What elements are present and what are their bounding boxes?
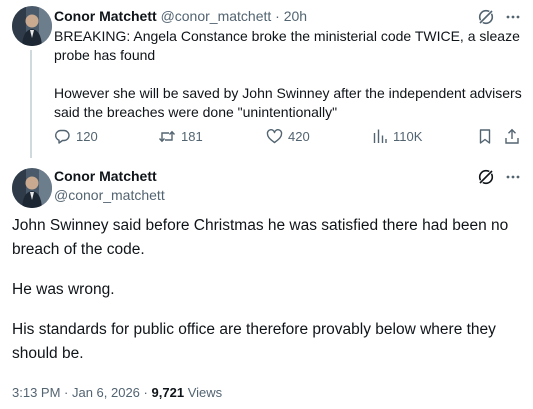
tweet-meta: 3:13 PM · Jan 6, 2026 · 9,721 Views: [12, 384, 222, 402]
bookmark-button[interactable]: [477, 128, 493, 145]
timestamp[interactable]: 3:13 PM · Jan 6, 2026: [12, 385, 140, 400]
like-icon: [266, 128, 283, 145]
author-handle[interactable]: @conor_matchett: [161, 8, 272, 24]
views-label: Views: [187, 385, 223, 400]
views-count: 110K: [393, 128, 423, 144]
like-button[interactable]: 420: [266, 128, 310, 145]
separator: ·: [143, 385, 148, 400]
share-icon: [504, 128, 520, 145]
views-button[interactable]: 110K: [372, 128, 422, 144]
author-name[interactable]: Conor Matchett: [54, 8, 157, 24]
reply-to-text: BREAKING: Angela Constance broke the min…: [54, 27, 522, 122]
avatar[interactable]: [12, 168, 52, 208]
time-ago[interactable]: 20h: [284, 8, 307, 24]
separator: ·: [275, 8, 280, 24]
views-icon: [372, 128, 388, 144]
main-tweet-top-icons: [477, 168, 521, 186]
tweet-thread: Conor Matchett @conor_matchett · 20h BRE…: [0, 0, 533, 409]
more-icon[interactable]: [505, 9, 521, 25]
main-tweet-paragraph: His standards for public office are ther…: [12, 321, 496, 362]
share-button[interactable]: [504, 128, 520, 145]
reply-icon: [54, 128, 71, 145]
main-tweet-paragraph: John Swinney said before Christmas he wa…: [12, 217, 509, 258]
reply-to-paragraph: BREAKING: Angela Constance broke the min…: [54, 28, 520, 63]
bookmark-icon: [477, 128, 493, 145]
main-tweet-paragraph: He was wrong.: [12, 281, 115, 298]
grok-icon[interactable]: [477, 8, 495, 26]
reply-to-header: Conor Matchett @conor_matchett · 20h: [54, 6, 307, 26]
reply-button[interactable]: 120: [54, 128, 98, 145]
grok-icon[interactable]: [477, 168, 495, 186]
like-count: 420: [288, 129, 310, 144]
author-name[interactable]: Conor Matchett: [54, 167, 157, 186]
more-icon[interactable]: [505, 169, 521, 185]
view-count: 9,721: [151, 385, 185, 400]
action-bar: 120 181 420 110K: [54, 128, 522, 148]
reply-count: 120: [76, 129, 98, 144]
reply-to-paragraph: However she will be saved by John Swinne…: [54, 85, 522, 120]
reply-to-tweet[interactable]: Conor Matchett @conor_matchett · 20h BRE…: [0, 0, 533, 160]
repost-count: 181: [181, 129, 203, 144]
thread-line: [30, 50, 32, 158]
repost-button[interactable]: 181: [158, 128, 203, 145]
reply-to-top-icons: [477, 8, 521, 26]
repost-icon: [158, 128, 176, 145]
main-tweet-text: John Swinney said before Christmas he wa…: [12, 214, 524, 366]
author-handle[interactable]: @conor_matchett: [54, 186, 165, 205]
avatar[interactable]: [12, 6, 52, 46]
